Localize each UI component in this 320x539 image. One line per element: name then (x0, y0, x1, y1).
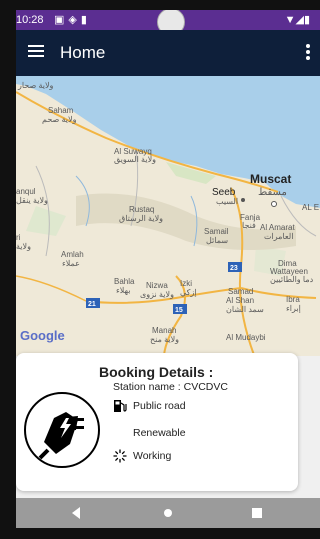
map-label: Al Amarat (260, 223, 295, 232)
signal-icon: ◢ (295, 14, 304, 26)
map-label: ولاية صحم (42, 115, 77, 124)
map-label: Samad (228, 287, 253, 296)
map-label: ولاية (16, 242, 31, 251)
muscat-marker (271, 201, 277, 207)
fuel-pump-icon (113, 399, 127, 413)
charger-badge (24, 392, 100, 468)
hamburger-menu-icon[interactable] (28, 42, 44, 62)
map-label: ولاية ينقل (16, 196, 48, 205)
map-label: مسقط (258, 187, 287, 198)
back-triangle-icon[interactable] (72, 507, 80, 519)
map-label: Al Shan (226, 296, 254, 305)
map-label: Amlah (61, 250, 84, 259)
route-label: 23 (230, 265, 238, 272)
map-label: ri (16, 233, 21, 242)
energy-type-row: Renewable (133, 427, 186, 439)
station-name-value: CVCDVC (183, 381, 228, 393)
app-bar: Home (16, 30, 320, 76)
route-label: 21 (88, 301, 96, 308)
map-label: Samail (204, 227, 229, 236)
map-label: Al Mudaybi (226, 333, 266, 342)
map-label-muscat: Muscat (250, 172, 291, 186)
shield-icon: ◈ (68, 14, 81, 26)
map-label: ولاية الرستاق (119, 214, 163, 223)
seeb-marker (241, 198, 245, 202)
battery-icon: ▮ (303, 14, 310, 26)
ev-charger-plug-icon (38, 412, 84, 460)
status-notification-icons: ▣◈▮ (54, 13, 91, 26)
map-label: فنجا (242, 221, 256, 230)
map-label: إبراء (286, 304, 301, 313)
phone-screen: 10:28 ▣◈▮ ▼◢▮ Home ولاية صحار Saham ولاي… (16, 10, 320, 528)
map-label: سمد الشان (226, 305, 264, 314)
wifi-icon: ▼ (284, 14, 296, 26)
map-view[interactable]: ولاية صحار Saham ولاية صحم Al Suwayq ولا… (16, 76, 320, 356)
map-label: Manah (152, 326, 176, 335)
booking-details-card: Booking Details : Station name : CVCDVC … (16, 353, 298, 491)
home-circle-icon[interactable] (164, 509, 172, 517)
status-text: Working (133, 449, 172, 462)
location-type-row: Public road (113, 399, 186, 413)
location-type-text: Public road (133, 399, 186, 412)
map-label: Rustaq (129, 205, 154, 214)
map-label: Saham (48, 106, 74, 115)
map-label: Nizwa (146, 281, 168, 290)
page-title: Home (60, 43, 106, 62)
map-label: عملاء (62, 259, 80, 268)
map-label: ولاية نزوى (140, 290, 174, 299)
energy-type-text: Renewable (133, 427, 186, 439)
booking-heading: Booking Details : (99, 364, 214, 380)
notification-icon: ▣ (54, 14, 69, 26)
recent-square-icon[interactable] (252, 508, 262, 518)
map-label: Bahla (114, 277, 135, 286)
status-time: 10:28 (16, 14, 44, 26)
map-label: Izki (180, 279, 192, 288)
system-nav-bar (16, 498, 320, 528)
station-name-label: Station name : (113, 381, 181, 393)
map-label: إزكي (180, 288, 197, 297)
google-logo[interactable]: Google (20, 328, 65, 343)
map-label: سمائل (206, 236, 228, 245)
map-label: AL E (302, 203, 319, 212)
station-name-row: Station name : CVCDVC (113, 381, 228, 393)
map-label: السيب (216, 197, 238, 206)
device-frame: 10:28 ▣◈▮ ▼◢▮ Home ولاية صحار Saham ولاي… (0, 0, 320, 539)
status-system-icons: ▼◢▮ (285, 13, 310, 26)
map-label: ولاية السويق (114, 155, 156, 164)
sd-card-icon: ▮ (80, 14, 91, 26)
map-canvas: ولاية صحار Saham ولاية صحم Al Suwayq ولا… (16, 76, 320, 356)
status-row: Working (113, 449, 171, 463)
loading-spinner-icon (113, 449, 127, 463)
route-label: 15 (175, 307, 183, 314)
map-label: دما والطائيين (270, 275, 314, 284)
map-label: Ibra (286, 295, 300, 304)
map-label: العامرات (264, 232, 293, 241)
more-vert-icon[interactable] (306, 42, 310, 62)
map-label: anqul (16, 187, 36, 196)
map-label: ولاية صحار (17, 81, 54, 90)
map-label: ولاية منح (150, 335, 179, 344)
map-label: بهلاء (116, 286, 130, 295)
